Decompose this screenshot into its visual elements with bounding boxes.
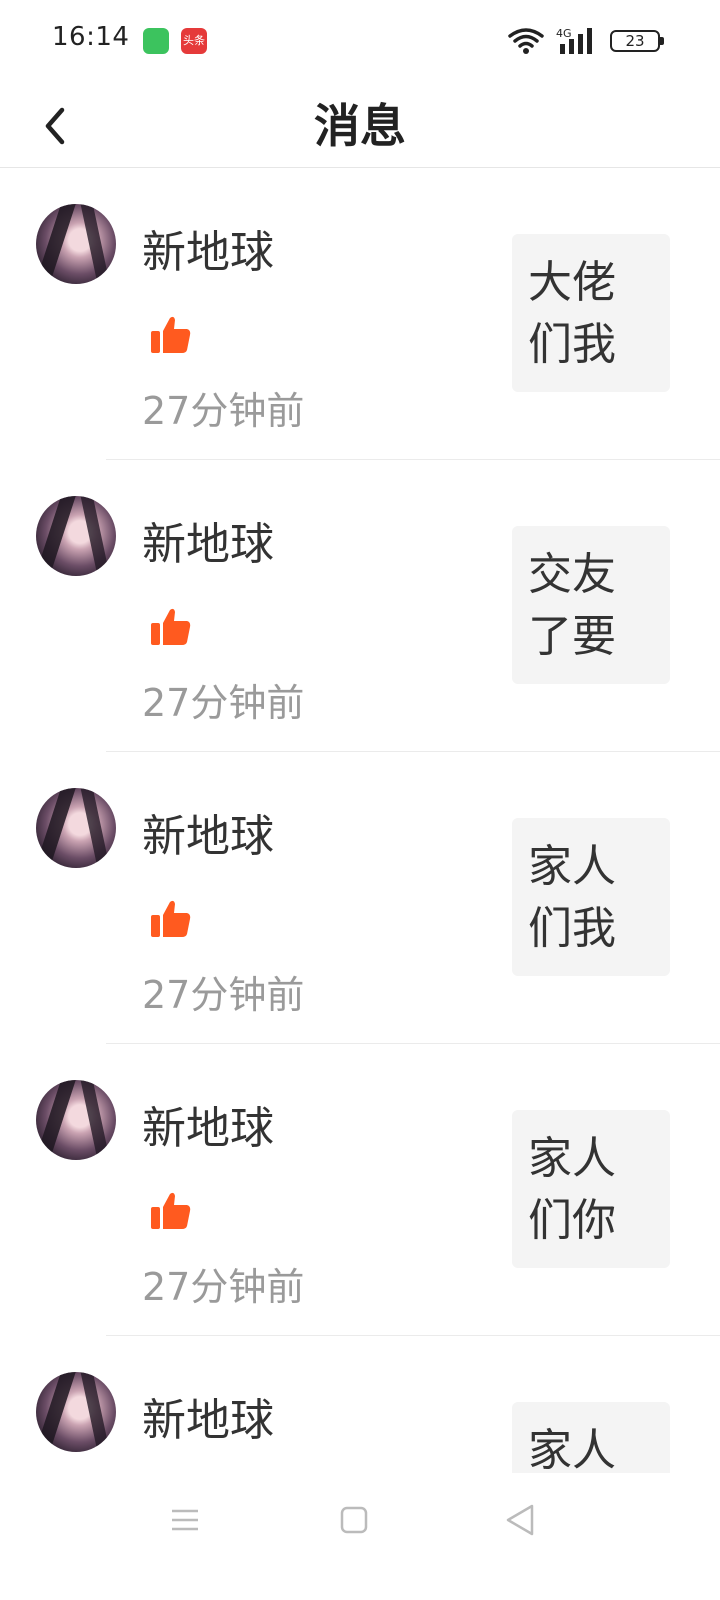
- thumbs-up-icon: [151, 1192, 191, 1229]
- timestamp: 27分钟前: [142, 389, 305, 433]
- username[interactable]: 新地球: [142, 1384, 274, 1448]
- thumbs-up-icon: [151, 608, 191, 645]
- toutiao-app-icon: 头条: [181, 28, 207, 54]
- app-store-icon: [143, 28, 169, 54]
- timestamp: 27分钟前: [142, 681, 305, 725]
- message-item[interactable]: 新地球 27分钟前 家人们你: [0, 1044, 720, 1336]
- wifi-icon: [508, 28, 544, 54]
- thumbs-up-icon: [151, 316, 191, 353]
- message-list[interactable]: 新地球 27分钟前 大佬们我 新地球 27分钟前 交友了要 新地球 27分钟前 …: [0, 168, 720, 1473]
- username[interactable]: 新地球: [142, 216, 274, 280]
- username[interactable]: 新地球: [142, 800, 274, 864]
- header: 消息: [0, 80, 720, 168]
- cellular-signal-icon: 4G: [556, 27, 592, 54]
- back-triangle-icon[interactable]: [504, 1503, 536, 1537]
- post-preview[interactable]: 交友了要: [512, 526, 670, 684]
- avatar[interactable]: [36, 788, 116, 868]
- username[interactable]: 新地球: [142, 1092, 274, 1156]
- avatar[interactable]: [36, 1080, 116, 1160]
- message-item[interactable]: 新地球 27分钟前 交友了要: [0, 460, 720, 752]
- post-preview[interactable]: 家人们你: [512, 1110, 670, 1268]
- thumbs-up-icon: [151, 900, 191, 937]
- status-time: 16:14: [52, 22, 130, 52]
- message-item[interactable]: 新地球 家人: [0, 1336, 720, 1473]
- menu-icon[interactable]: [170, 1505, 200, 1535]
- svg-text:4G: 4G: [556, 27, 572, 40]
- home-square-icon[interactable]: [340, 1505, 368, 1535]
- timestamp: 27分钟前: [142, 973, 305, 1017]
- post-preview[interactable]: 家人: [512, 1402, 670, 1473]
- timestamp: 27分钟前: [142, 1265, 305, 1309]
- status-bar: 16:14 头条 4G 23: [0, 0, 720, 80]
- avatar[interactable]: [36, 496, 116, 576]
- system-navigation-bar: [0, 1473, 720, 1600]
- message-item[interactable]: 新地球 27分钟前 家人们我: [0, 752, 720, 1044]
- battery-icon: 23: [610, 30, 664, 52]
- post-preview[interactable]: 大佬们我: [512, 234, 670, 392]
- username[interactable]: 新地球: [142, 508, 274, 572]
- post-preview[interactable]: 家人们我: [512, 818, 670, 976]
- avatar[interactable]: [36, 204, 116, 284]
- avatar[interactable]: [36, 1372, 116, 1452]
- message-item[interactable]: 新地球 27分钟前 大佬们我: [0, 168, 720, 460]
- page-title: 消息: [314, 99, 406, 153]
